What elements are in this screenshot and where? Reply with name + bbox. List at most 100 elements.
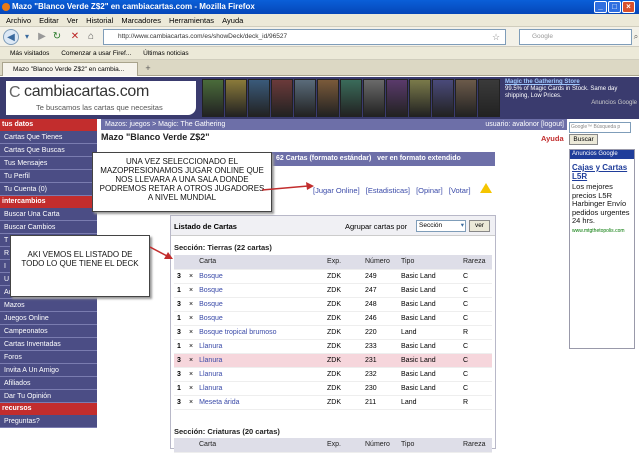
vote-link[interactable]: [Votar]: [449, 186, 471, 195]
site-logo[interactable]: C cambiacartas.com Te buscamos las carta…: [6, 81, 196, 115]
side-ad-headline[interactable]: Cajas y Cartas L5R: [570, 159, 634, 181]
reload-icon[interactable]: ↻: [50, 29, 64, 45]
menu-historial[interactable]: Historial: [86, 16, 113, 25]
side-ad[interactable]: Anuncios Google Cajas y Cartas L5R Los m…: [569, 149, 635, 349]
play-online-link[interactable]: [Jugar Online]: [313, 186, 360, 195]
table-row[interactable]: 1 × Bosque ZDK 247 Basic Land C: [174, 283, 492, 298]
card-name-link[interactable]: Llanura: [199, 371, 222, 378]
table-row[interactable]: 1 × Llanura ZDK 233 Basic Land C: [174, 339, 492, 354]
table-row[interactable]: 3 × Bosque tropical brumoso ZDK 220 Land R: [174, 325, 492, 340]
group-by-value: Sección: [419, 222, 443, 229]
back-icon[interactable]: ◀: [3, 29, 19, 45]
tab-current[interactable]: Mazo "Blanco Verde Z$2" en cambia...: [2, 62, 138, 76]
column-header[interactable]: Carta: [196, 255, 325, 270]
bookmark-star-icon[interactable]: ☆: [490, 29, 502, 45]
statistics-link[interactable]: [Estadisticas]: [366, 186, 410, 195]
card-name-link[interactable]: Bosque: [199, 273, 223, 280]
search-go-icon[interactable]: ⌕: [633, 29, 639, 45]
sidebar-item[interactable]: Foros: [0, 351, 97, 364]
lands-table: Carta Exp. Número Tipo Rareza 3 × Bosque ZDK 249 B…: [174, 255, 492, 410]
card-name-link[interactable]: Meseta árida: [199, 399, 239, 406]
menu-ayuda[interactable]: Ayuda: [222, 16, 243, 25]
user-status[interactable]: usuario: avalonor [logout]: [485, 119, 564, 130]
column-header[interactable]: Número: [362, 438, 398, 453]
back-dropdown-icon[interactable]: ▾: [22, 29, 32, 45]
column-header[interactable]: Tipo: [397, 255, 460, 270]
card-rarity: C: [459, 367, 492, 382]
column-header[interactable]: Número: [362, 255, 398, 270]
sidebar-item[interactable]: Tu Perfil: [0, 170, 97, 183]
menu-archivo[interactable]: Archivo: [6, 16, 31, 25]
google-search-button[interactable]: Buscar: [569, 134, 598, 145]
right-ad-column: Google™ Búsqueda p Buscar Anuncios Googl…: [567, 119, 639, 449]
tab-bar: Mazo "Blanco Verde Z$2" en cambia... +: [0, 60, 639, 76]
view-button[interactable]: ver: [469, 220, 490, 232]
warning-icon[interactable]: [480, 183, 492, 193]
column-header[interactable]: Exp.: [324, 438, 362, 453]
column-header[interactable]: Rareza: [460, 438, 492, 453]
table-row[interactable]: 1 × Bosque ZDK 246 Basic Land C: [174, 311, 492, 326]
column-header[interactable]: Tipo: [398, 438, 460, 453]
card-name-link[interactable]: Bosque tropical brumoso: [199, 329, 276, 336]
sidebar-item[interactable]: Mazos: [0, 299, 97, 312]
menu-ver[interactable]: Ver: [67, 16, 78, 25]
home-icon[interactable]: ⌂: [84, 29, 98, 45]
card-expansion: ZDK: [324, 283, 362, 298]
close-icon[interactable]: ×: [622, 1, 635, 13]
sidebar-item[interactable]: Cartas Que Tienes: [0, 131, 97, 144]
sidebar-item[interactable]: Afiliados: [0, 377, 97, 390]
table-row[interactable]: 3 × Llanura ZDK 231 Basic Land C: [174, 353, 492, 368]
breadcrumb-path[interactable]: Mazos: juegos > Magic: The Gathering: [105, 121, 225, 128]
callout-arrow-left: [150, 246, 173, 259]
minimize-icon[interactable]: _: [594, 1, 607, 13]
sidebar-item[interactable]: Juegos Online: [0, 312, 97, 325]
card-name-link[interactable]: Bosque: [199, 315, 223, 322]
card-name-link[interactable]: Llanura: [199, 385, 222, 392]
column-header[interactable]: Carta: [196, 438, 324, 453]
search-input[interactable]: Google: [519, 29, 632, 45]
bookmark-getting-started[interactable]: Comenzar a usar Firef...: [61, 50, 131, 57]
table-row[interactable]: 3 × Meseta árida ZDK 211 Land R: [174, 395, 492, 410]
top-ad-title[interactable]: Magic the Gathering Store: [505, 79, 637, 86]
sidebar-item[interactable]: Cartas Que Buscas: [0, 144, 97, 157]
top-ad-by: Anuncios Google: [591, 100, 637, 106]
column-header[interactable]: Exp.: [324, 255, 362, 270]
table-row[interactable]: 3 × Llanura ZDK 232 Basic Land C: [174, 367, 492, 382]
google-search-input[interactable]: Google™ Búsqueda p: [569, 122, 631, 133]
deck-actions: [Jugar Online] [Estadisticas] [Opinar] […: [313, 186, 475, 195]
sidebar-item[interactable]: Campeonatos: [0, 325, 97, 338]
sidebar-item[interactable]: Buscar Cambios: [0, 221, 97, 234]
menu-herramientas[interactable]: Herramientas: [169, 16, 214, 25]
group-by-select[interactable]: Sección ▾: [416, 220, 466, 232]
bookmark-most-visited[interactable]: Más visitados: [10, 50, 49, 57]
sidebar-item[interactable]: Tus Mensajes: [0, 157, 97, 170]
sidebar-item[interactable]: Invita A Un Amigo: [0, 364, 97, 377]
forward-icon[interactable]: ▶: [36, 29, 48, 45]
sidebar-item[interactable]: Cartas Inventadas: [0, 338, 97, 351]
address-bar[interactable]: http://www.cambiacartas.com/es/showDeck/…: [103, 29, 506, 45]
stop-icon[interactable]: ✕: [68, 29, 82, 45]
menu-editar[interactable]: Editar: [39, 16, 59, 25]
view-extended-link[interactable]: ver en formato extendido: [377, 155, 461, 162]
review-link[interactable]: [Opinar]: [416, 186, 443, 195]
sidebar-item[interactable]: Buscar Una Carta: [0, 208, 97, 221]
sidebar-item[interactable]: Tu Cuenta (0): [0, 183, 97, 196]
bookmark-latest-news[interactable]: Últimas noticias: [143, 50, 189, 57]
sidebar-item[interactable]: Preguntas?: [0, 415, 97, 428]
table-row[interactable]: 3 × Bosque ZDK 248 Basic Land C: [174, 297, 492, 312]
menu-marcadores[interactable]: Marcadores: [121, 16, 161, 25]
card-name-link[interactable]: Bosque: [199, 287, 223, 294]
help-link[interactable]: Ayuda: [541, 134, 564, 143]
card-quantity: 3: [174, 395, 186, 410]
card-name-link[interactable]: Llanura: [199, 357, 222, 364]
sidebar-item[interactable]: Dar Tu Opinión: [0, 390, 97, 403]
table-row[interactable]: 1 × Llanura ZDK 230 Basic Land C: [174, 381, 492, 396]
side-ad-url[interactable]: www.mtgthetopolis.com: [570, 228, 634, 234]
top-ad[interactable]: Magic the Gathering Store 99.5% of Magic…: [505, 79, 637, 117]
column-header[interactable]: Rareza: [459, 255, 492, 270]
card-name-link[interactable]: Llanura: [199, 343, 222, 350]
card-name-link[interactable]: Bosque: [199, 301, 223, 308]
table-row[interactable]: 3 × Bosque ZDK 249 Basic Land C: [174, 269, 492, 284]
new-tab-button[interactable]: +: [142, 62, 154, 74]
maximize-icon[interactable]: □: [608, 1, 621, 13]
